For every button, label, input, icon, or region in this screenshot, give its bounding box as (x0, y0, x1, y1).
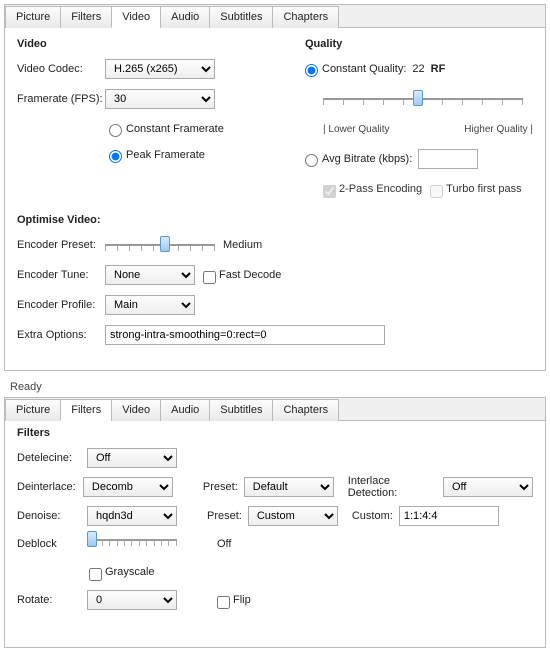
rotate-select[interactable]: 0 (87, 590, 177, 610)
pfr-radio[interactable] (109, 150, 122, 163)
optimise-heading: Optimise Video: (17, 214, 533, 226)
tab-subtitles[interactable]: Subtitles (209, 6, 273, 28)
tab-chapters[interactable]: Chapters (272, 6, 339, 28)
avg-bitrate-input[interactable] (418, 149, 478, 169)
fast-decode-label: Fast Decode (219, 269, 281, 281)
deblock-value: Off (217, 538, 231, 550)
tabs-top: Picture Filters Video Audio Subtitles Ch… (5, 5, 545, 28)
extra-options-label: Extra Options: (17, 329, 105, 341)
deblock-slider[interactable] (87, 535, 177, 553)
tab-audio[interactable]: Audio (160, 6, 210, 28)
cq-radio[interactable] (305, 64, 318, 77)
pfr-label: Peak Framerate (126, 149, 205, 161)
filters-heading: Filters (17, 427, 533, 439)
flip-label: Flip (233, 594, 251, 606)
fps-select[interactable]: 30 (105, 89, 215, 109)
denoise-preset-select[interactable]: Custom (248, 506, 338, 526)
encoder-preset-value: Medium (223, 239, 262, 251)
lower-quality-label: | Lower Quality (323, 124, 390, 135)
tab2-audio[interactable]: Audio (160, 399, 210, 421)
status-bar: Ready (4, 377, 546, 397)
grayscale-label: Grayscale (105, 566, 155, 578)
tab2-filters[interactable]: Filters (60, 399, 112, 421)
encoder-tune-select[interactable]: None (105, 265, 195, 285)
tab2-chapters[interactable]: Chapters (272, 399, 339, 421)
flip-check[interactable] (217, 596, 230, 609)
encoder-profile-label: Encoder Profile: (17, 299, 105, 311)
tab2-picture[interactable]: Picture (5, 399, 61, 421)
turbo-check[interactable] (430, 185, 443, 198)
codec-label: Video Codec: (17, 63, 105, 75)
video-panel: Picture Filters Video Audio Subtitles Ch… (4, 4, 546, 371)
deinterlace-label: Deinterlace: (17, 481, 83, 493)
turbo-label: Turbo first pass (446, 183, 521, 195)
cq-unit: RF (431, 63, 446, 75)
encoder-preset-slider[interactable] (105, 236, 215, 254)
encoder-preset-label: Encoder Preset: (17, 239, 105, 251)
encoder-profile-select[interactable]: Main (105, 295, 195, 315)
cfr-label: Constant Framerate (126, 123, 224, 135)
quality-slider[interactable] (323, 90, 523, 108)
denoise-select[interactable]: hqdn3d (87, 506, 177, 526)
tab-video[interactable]: Video (111, 6, 161, 28)
deinterlace-preset-label: Preset: (203, 481, 238, 493)
tab2-subtitles[interactable]: Subtitles (209, 399, 273, 421)
custom-label: Custom: (352, 510, 393, 522)
encoder-tune-label: Encoder Tune: (17, 269, 105, 281)
interlace-det-label: Interlace Detection: (348, 475, 437, 499)
tab-picture[interactable]: Picture (5, 6, 61, 28)
tab-filters[interactable]: Filters (60, 6, 112, 28)
avg-bitrate-label: Avg Bitrate (kbps): (322, 153, 412, 165)
two-pass-label: 2-Pass Encoding (339, 183, 422, 195)
filters-panel: Picture Filters Video Audio Subtitles Ch… (4, 397, 546, 648)
rotate-label: Rotate: (17, 594, 87, 606)
tabs-bottom: Picture Filters Video Audio Subtitles Ch… (5, 398, 545, 421)
cfr-radio[interactable] (109, 124, 122, 137)
extra-options-input[interactable] (105, 325, 385, 345)
deblock-label: Deblock (17, 538, 87, 550)
denoise-label: Denoise: (17, 510, 87, 522)
custom-input[interactable] (399, 506, 499, 526)
interlace-det-select[interactable]: Off (443, 477, 533, 497)
deinterlace-preset-select[interactable]: Default (244, 477, 334, 497)
deinterlace-select[interactable]: Decomb (83, 477, 173, 497)
codec-select[interactable]: H.265 (x265) (105, 59, 215, 79)
fps-label: Framerate (FPS): (17, 93, 105, 105)
two-pass-check[interactable] (323, 185, 336, 198)
higher-quality-label: Higher Quality | (464, 124, 533, 135)
quality-heading: Quality (305, 38, 533, 50)
avg-bitrate-radio[interactable] (305, 154, 318, 167)
fast-decode-check[interactable] (203, 271, 216, 284)
cq-value: 22 (412, 63, 424, 75)
detelecine-select[interactable]: Off (87, 448, 177, 468)
tab2-video[interactable]: Video (111, 399, 161, 421)
video-heading: Video (17, 38, 287, 50)
grayscale-check[interactable] (89, 568, 102, 581)
cq-label: Constant Quality: (322, 63, 406, 75)
detelecine-label: Detelecine: (17, 452, 87, 464)
denoise-preset-label: Preset: (207, 510, 242, 522)
